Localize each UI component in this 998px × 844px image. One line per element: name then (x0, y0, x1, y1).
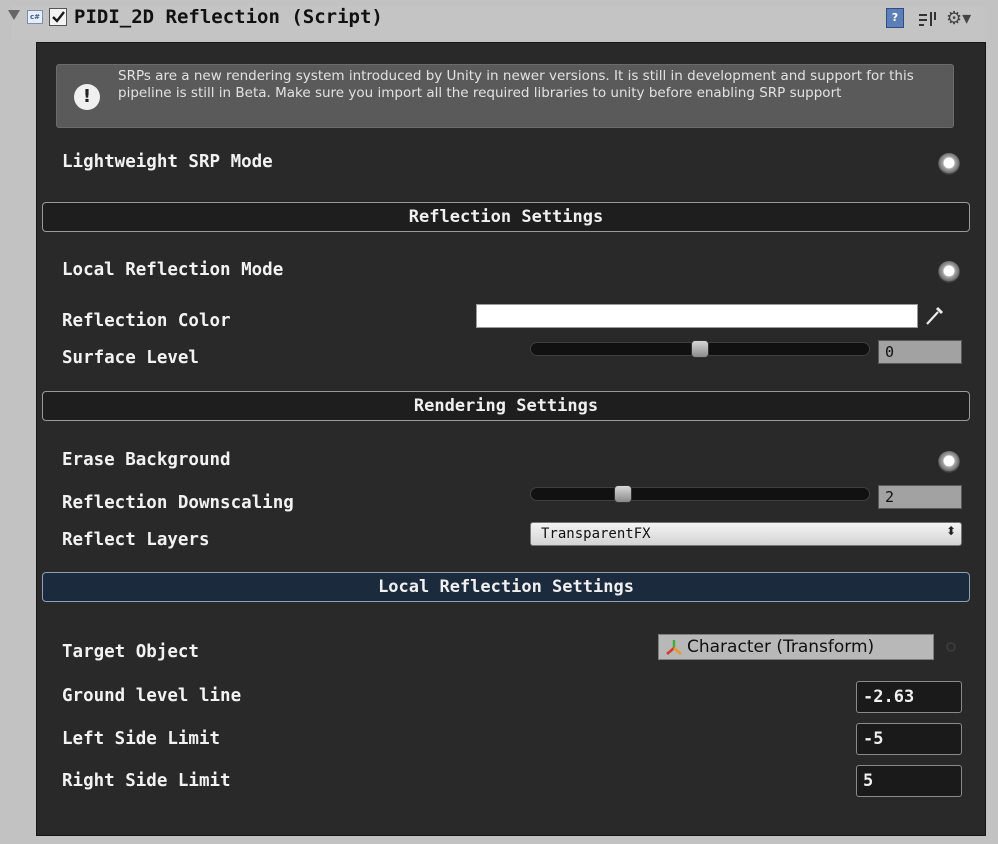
ground-level-line-field[interactable]: -2.63 (856, 681, 962, 713)
transform-icon (664, 638, 684, 656)
reflection-downscaling-slider-track[interactable] (530, 487, 870, 501)
reflect-layers-dropdown[interactable]: TransparentFX (530, 522, 962, 546)
warning-icon: ! (74, 84, 100, 110)
help-box-text: SRPs are a new rendering system introduc… (118, 68, 914, 101)
reflection-downscaling-value-field[interactable]: 2 (878, 485, 962, 509)
enable-checkbox[interactable] (49, 8, 67, 26)
right-side-limit-field[interactable]: 5 (856, 765, 962, 797)
ground-level-line-label: Ground level line (62, 686, 242, 706)
right-side-limit-label: Right Side Limit (62, 771, 231, 791)
preset-icon[interactable] (918, 10, 940, 28)
reflection-color-field[interactable] (476, 304, 918, 328)
left-side-limit-field[interactable]: -5 (856, 723, 962, 755)
reflection-downscaling-label: Reflection Downscaling (62, 493, 294, 513)
lightweight-srp-mode-label: Lightweight SRP Mode (62, 152, 273, 172)
erase-background-label: Erase Background (62, 450, 231, 470)
target-object-field[interactable]: Character (Transform) (658, 634, 934, 660)
local-reflection-mode-toggle[interactable] (938, 261, 960, 283)
lightweight-srp-mode-toggle[interactable] (938, 153, 960, 175)
target-object-label: Target Object (62, 642, 199, 662)
section-local-reflection-settings[interactable]: Local Reflection Settings (42, 572, 970, 602)
gear-icon[interactable]: ⚙▾ (946, 8, 972, 30)
reflection-downscaling-slider-thumb[interactable] (613, 485, 632, 503)
help-icon[interactable]: ? (886, 8, 904, 28)
erase-background-toggle[interactable] (938, 451, 960, 473)
surface-level-label: Surface Level (62, 348, 199, 368)
reflect-layers-label: Reflect Layers (62, 530, 210, 550)
eyedropper-icon[interactable] (924, 304, 944, 326)
left-side-limit-label: Left Side Limit (62, 729, 221, 749)
section-reflection-settings[interactable]: Reflection Settings (42, 202, 970, 232)
foldout-arrow-icon[interactable] (8, 10, 20, 20)
local-reflection-mode-label: Local Reflection Mode (62, 260, 284, 280)
reflection-color-label: Reflection Color (62, 311, 231, 331)
surface-level-value-field[interactable]: 0 (878, 340, 962, 364)
surface-level-slider-thumb[interactable] (691, 340, 709, 358)
object-picker-icon[interactable] (946, 642, 956, 652)
component-title: PIDI_2D Reflection (Script) (74, 6, 383, 28)
script-icon: c# (27, 10, 43, 24)
section-rendering-settings[interactable]: Rendering Settings (42, 391, 970, 421)
dropdown-arrow-icon[interactable]: ⬍ (946, 524, 956, 538)
